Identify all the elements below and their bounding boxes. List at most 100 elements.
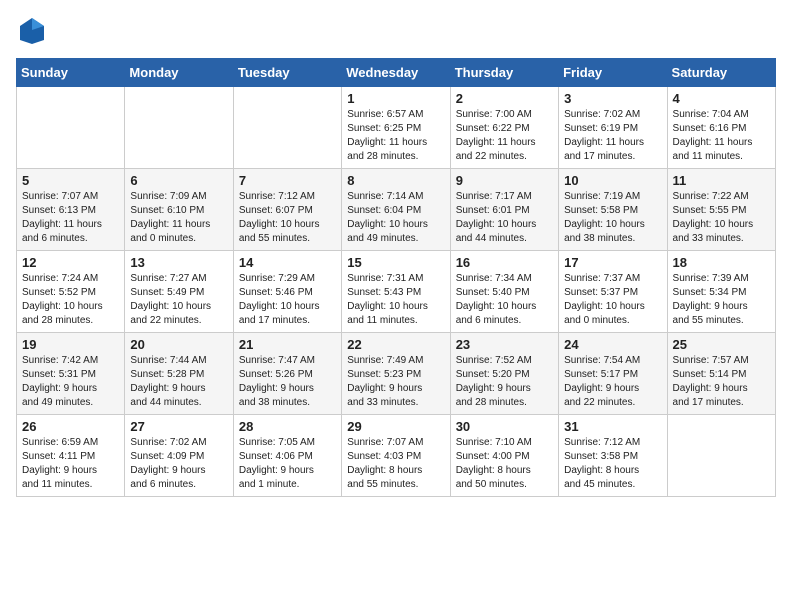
- calendar-cell: 28 Sunrise: 7:05 AM Sunset: 4:06 PM Dayli…: [233, 414, 341, 496]
- day-number: 3: [564, 91, 661, 106]
- weekday-header-saturday: Saturday: [667, 58, 775, 86]
- day-info: Sunrise: 7:19 AM Sunset: 5:58 PM Dayligh…: [564, 190, 661, 246]
- calendar-week-1: 1Sunrise: 6:57 AM Sunset: 6:25 PM Daylig…: [17, 86, 776, 168]
- day-info: Sunrise: 7:52 AM Sunset: 5:20 PM Dayligh…: [456, 354, 553, 410]
- day-info: Sunrise: 7:07 AM Sunset: 4:03 PM Dayligh…: [347, 436, 444, 492]
- day-number: 7: [239, 173, 336, 188]
- calendar-cell: 1Sunrise: 6:57 AM Sunset: 6:25 PM Daylig…: [342, 86, 450, 168]
- day-info: Sunrise: 7:31 AM Sunset: 5:43 PM Dayligh…: [347, 272, 444, 328]
- calendar-cell: [17, 86, 125, 168]
- day-number: 28: [239, 419, 336, 434]
- day-info: Sunrise: 7:04 AM Sunset: 6:16 PM Dayligh…: [673, 108, 770, 164]
- weekday-header-wednesday: Wednesday: [342, 58, 450, 86]
- weekday-header-thursday: Thursday: [450, 58, 558, 86]
- calendar-week-5: 26Sunrise: 6:59 AM Sunset: 4:11 PM Dayli…: [17, 414, 776, 496]
- day-number: 2: [456, 91, 553, 106]
- calendar-cell: 23 Sunrise: 7:52 AM Sunset: 5:20 PM Dayli…: [450, 332, 558, 414]
- day-number: 25: [673, 337, 770, 352]
- calendar-week-2: 5 Sunrise: 7:07 AM Sunset: 6:13 PM Daylig…: [17, 168, 776, 250]
- day-number: 17: [564, 255, 661, 270]
- calendar-cell: 20 Sunrise: 7:44 AM Sunset: 5:28 PM Dayli…: [125, 332, 233, 414]
- calendar-cell: 5 Sunrise: 7:07 AM Sunset: 6:13 PM Daylig…: [17, 168, 125, 250]
- day-number: 5: [22, 173, 119, 188]
- day-info: Sunrise: 7:24 AM Sunset: 5:52 PM Dayligh…: [22, 272, 119, 328]
- weekday-header-friday: Friday: [559, 58, 667, 86]
- calendar-cell: 15Sunrise: 7:31 AM Sunset: 5:43 PM Dayli…: [342, 250, 450, 332]
- day-number: 14: [239, 255, 336, 270]
- day-info: Sunrise: 7:37 AM Sunset: 5:37 PM Dayligh…: [564, 272, 661, 328]
- day-number: 31: [564, 419, 661, 434]
- calendar-cell: 30Sunrise: 7:10 AM Sunset: 4:00 PM Dayli…: [450, 414, 558, 496]
- logo: [16, 16, 46, 50]
- day-number: 21: [239, 337, 336, 352]
- day-number: 18: [673, 255, 770, 270]
- day-info: Sunrise: 7:42 AM Sunset: 5:31 PM Dayligh…: [22, 354, 119, 410]
- day-number: 24: [564, 337, 661, 352]
- day-info: Sunrise: 7:29 AM Sunset: 5:46 PM Dayligh…: [239, 272, 336, 328]
- calendar-cell: 4 Sunrise: 7:04 AM Sunset: 6:16 PM Daylig…: [667, 86, 775, 168]
- day-info: Sunrise: 7:07 AM Sunset: 6:13 PM Dayligh…: [22, 190, 119, 246]
- day-info: Sunrise: 6:57 AM Sunset: 6:25 PM Dayligh…: [347, 108, 444, 164]
- calendar-cell: 27 Sunrise: 7:02 AM Sunset: 4:09 PM Dayli…: [125, 414, 233, 496]
- day-info: Sunrise: 7:12 AM Sunset: 3:58 PM Dayligh…: [564, 436, 661, 492]
- calendar-cell: [667, 414, 775, 496]
- calendar-cell: 21 Sunrise: 7:47 AM Sunset: 5:26 PM Dayli…: [233, 332, 341, 414]
- logo-icon: [18, 16, 46, 44]
- day-number: 20: [130, 337, 227, 352]
- calendar-cell: 6 Sunrise: 7:09 AM Sunset: 6:10 PM Daylig…: [125, 168, 233, 250]
- weekday-header-monday: Monday: [125, 58, 233, 86]
- calendar-cell: [125, 86, 233, 168]
- day-info: Sunrise: 7:02 AM Sunset: 4:09 PM Dayligh…: [130, 436, 227, 492]
- calendar-cell: 2 Sunrise: 7:00 AM Sunset: 6:22 PM Daylig…: [450, 86, 558, 168]
- day-number: 11: [673, 173, 770, 188]
- day-info: Sunrise: 7:10 AM Sunset: 4:00 PM Dayligh…: [456, 436, 553, 492]
- day-info: Sunrise: 7:49 AM Sunset: 5:23 PM Dayligh…: [347, 354, 444, 410]
- calendar-cell: 26Sunrise: 6:59 AM Sunset: 4:11 PM Dayli…: [17, 414, 125, 496]
- day-number: 29: [347, 419, 444, 434]
- day-info: Sunrise: 7:27 AM Sunset: 5:49 PM Dayligh…: [130, 272, 227, 328]
- calendar-cell: 19 Sunrise: 7:42 AM Sunset: 5:31 PM Dayli…: [17, 332, 125, 414]
- day-number: 27: [130, 419, 227, 434]
- calendar-cell: 18Sunrise: 7:39 AM Sunset: 5:34 PM Dayli…: [667, 250, 775, 332]
- calendar-cell: 7 Sunrise: 7:12 AM Sunset: 6:07 PM Daylig…: [233, 168, 341, 250]
- day-info: Sunrise: 7:34 AM Sunset: 5:40 PM Dayligh…: [456, 272, 553, 328]
- calendar-cell: 10 Sunrise: 7:19 AM Sunset: 5:58 PM Dayli…: [559, 168, 667, 250]
- calendar-cell: 13 Sunrise: 7:27 AM Sunset: 5:49 PM Dayli…: [125, 250, 233, 332]
- calendar-cell: 29 Sunrise: 7:07 AM Sunset: 4:03 PM Dayli…: [342, 414, 450, 496]
- calendar-cell: 22Sunrise: 7:49 AM Sunset: 5:23 PM Dayli…: [342, 332, 450, 414]
- day-info: Sunrise: 7:02 AM Sunset: 6:19 PM Dayligh…: [564, 108, 661, 164]
- day-info: Sunrise: 7:12 AM Sunset: 6:07 PM Dayligh…: [239, 190, 336, 246]
- day-number: 6: [130, 173, 227, 188]
- day-info: Sunrise: 7:57 AM Sunset: 5:14 PM Dayligh…: [673, 354, 770, 410]
- day-number: 10: [564, 173, 661, 188]
- calendar-cell: 24 Sunrise: 7:54 AM Sunset: 5:17 PM Dayli…: [559, 332, 667, 414]
- day-number: 9: [456, 173, 553, 188]
- calendar-cell: 11Sunrise: 7:22 AM Sunset: 5:55 PM Dayli…: [667, 168, 775, 250]
- day-number: 4: [673, 91, 770, 106]
- day-info: Sunrise: 7:09 AM Sunset: 6:10 PM Dayligh…: [130, 190, 227, 246]
- weekday-header-sunday: Sunday: [17, 58, 125, 86]
- day-info: Sunrise: 7:00 AM Sunset: 6:22 PM Dayligh…: [456, 108, 553, 164]
- calendar-cell: [233, 86, 341, 168]
- calendar-cell: 25 Sunrise: 7:57 AM Sunset: 5:14 PM Dayli…: [667, 332, 775, 414]
- day-number: 13: [130, 255, 227, 270]
- day-info: Sunrise: 7:05 AM Sunset: 4:06 PM Dayligh…: [239, 436, 336, 492]
- day-number: 12: [22, 255, 119, 270]
- calendar-table: SundayMondayTuesdayWednesdayThursdayFrid…: [16, 58, 776, 497]
- day-number: 23: [456, 337, 553, 352]
- day-number: 19: [22, 337, 119, 352]
- calendar-cell: 31 Sunrise: 7:12 AM Sunset: 3:58 PM Dayli…: [559, 414, 667, 496]
- weekday-header-row: SundayMondayTuesdayWednesdayThursdayFrid…: [17, 58, 776, 86]
- day-info: Sunrise: 7:14 AM Sunset: 6:04 PM Dayligh…: [347, 190, 444, 246]
- calendar-week-3: 12 Sunrise: 7:24 AM Sunset: 5:52 PM Dayli…: [17, 250, 776, 332]
- day-info: Sunrise: 6:59 AM Sunset: 4:11 PM Dayligh…: [22, 436, 119, 492]
- calendar-week-4: 19 Sunrise: 7:42 AM Sunset: 5:31 PM Dayli…: [17, 332, 776, 414]
- calendar-cell: 17 Sunrise: 7:37 AM Sunset: 5:37 PM Dayli…: [559, 250, 667, 332]
- weekday-header-tuesday: Tuesday: [233, 58, 341, 86]
- day-number: 8: [347, 173, 444, 188]
- page-header: [16, 16, 776, 50]
- calendar-cell: 9Sunrise: 7:17 AM Sunset: 6:01 PM Daylig…: [450, 168, 558, 250]
- day-info: Sunrise: 7:44 AM Sunset: 5:28 PM Dayligh…: [130, 354, 227, 410]
- day-info: Sunrise: 7:47 AM Sunset: 5:26 PM Dayligh…: [239, 354, 336, 410]
- day-info: Sunrise: 7:54 AM Sunset: 5:17 PM Dayligh…: [564, 354, 661, 410]
